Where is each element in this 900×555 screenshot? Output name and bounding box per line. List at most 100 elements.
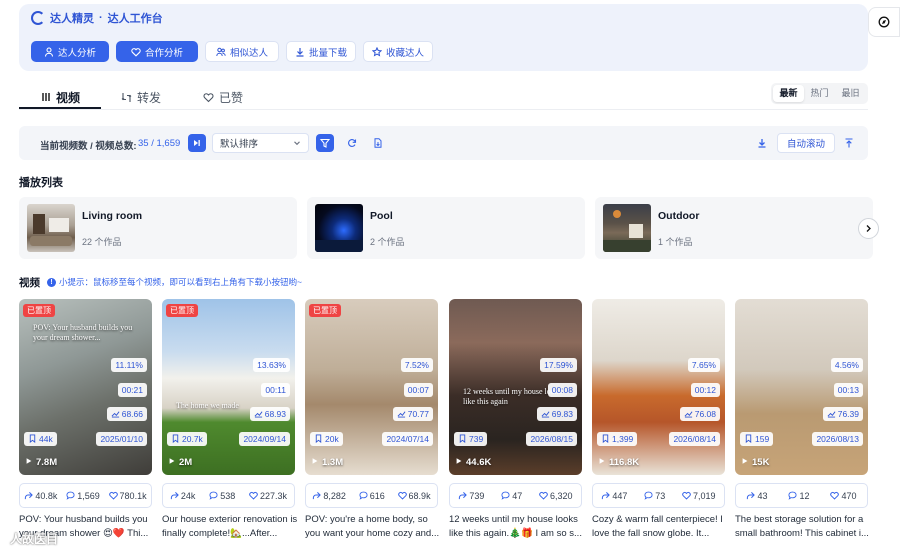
- publish-date-badge: 2024/07/14: [382, 432, 433, 446]
- comment-icon: [501, 491, 510, 500]
- video-title[interactable]: POV: you're a home body, so you want you…: [305, 513, 441, 541]
- share-icon: [458, 491, 468, 500]
- saves-badge: 1,399: [597, 432, 638, 446]
- share-icon: [312, 491, 322, 500]
- batch-download-button[interactable]: 批量下载: [286, 41, 356, 62]
- creator-analysis-button[interactable]: 达人分析: [31, 41, 109, 62]
- video-card[interactable]: 已置顶 7.52% 00:07 70.77 20k 2024/07/14 1.3M: [305, 299, 438, 475]
- video-stats-bar: 8,282 616 68.9k: [305, 483, 438, 508]
- similar-creators-button[interactable]: 相似达人: [205, 41, 279, 62]
- video-card[interactable]: 7.65% 00:12 76.08 1,399 2026/08/14 116.8K: [592, 299, 725, 475]
- comment-icon: [209, 491, 218, 500]
- video-card[interactable]: The home we made 已置顶 13.63% 00:11 68.93 20.7k…: [162, 299, 295, 475]
- duration-badge: 00:12: [690, 383, 720, 397]
- playlist-thumbnail: [603, 204, 651, 252]
- share-icon: [601, 491, 611, 500]
- tab-videos[interactable]: 视频: [41, 86, 80, 108]
- refresh-button[interactable]: [343, 134, 361, 152]
- play-count: 15K: [741, 457, 769, 468]
- user-icon: [44, 46, 54, 57]
- playlist-card[interactable]: Living room 22 个作品: [19, 197, 297, 259]
- play-icon: [741, 457, 749, 468]
- video-card[interactable]: 12 weeks until my house looks like this …: [449, 299, 582, 475]
- sort-order-toggle: 最新 热门 最旧: [771, 83, 868, 104]
- bookmark-icon: [744, 433, 753, 445]
- tab-reposts[interactable]: 转发: [121, 86, 161, 108]
- sort-select[interactable]: 默认排序: [212, 133, 309, 153]
- refresh-icon: [348, 139, 357, 147]
- comment-icon: [644, 491, 653, 500]
- saves-badge: 44k: [24, 432, 57, 446]
- duration-badge: 00:07: [403, 383, 433, 397]
- share-icon: [746, 491, 756, 500]
- like-count: 780.1k: [108, 491, 147, 501]
- publish-date-badge: 2024/09/14: [239, 432, 290, 446]
- info-icon: !: [47, 277, 56, 287]
- play-count: 116.8K: [598, 457, 639, 468]
- heart-icon: [682, 491, 691, 500]
- video-title[interactable]: Our house exterior renovation is finally…: [162, 513, 298, 541]
- score-badge: 68.66: [106, 407, 147, 421]
- export-button[interactable]: [369, 134, 387, 152]
- repost-icon: [121, 92, 132, 102]
- video-title[interactable]: Cozy & warm fall centerpiece! I love the…: [592, 513, 728, 541]
- brand: 达人精灵 · 达人工作台: [31, 10, 163, 26]
- brand-name: 达人精灵: [50, 13, 94, 25]
- brand-logo-icon: [31, 11, 45, 25]
- trend-icon: [684, 409, 693, 420]
- scroll-to-top-button[interactable]: [840, 134, 858, 152]
- play-icon: [25, 457, 33, 468]
- load-all-button[interactable]: [188, 134, 206, 152]
- playlist-count: 2 个作品: [370, 237, 405, 247]
- playlist-card[interactable]: Outdoor 1 个作品: [595, 197, 873, 259]
- sort-oldest-option[interactable]: 最旧: [835, 85, 866, 102]
- playlist-next-button[interactable]: [858, 218, 879, 239]
- video-card[interactable]: POV: Your husband builds you your dream …: [19, 299, 152, 475]
- playlist-card[interactable]: Pool 2 个作品: [307, 197, 585, 259]
- trend-icon: [541, 409, 550, 420]
- video-card[interactable]: 4.56% 00:13 76.39 159 2026/08/13 15K: [735, 299, 868, 475]
- duration-badge: 00:11: [261, 383, 290, 397]
- bookmark-icon: [458, 433, 467, 445]
- engagement-rate-badge: 7.52%: [400, 358, 433, 372]
- heart-icon: [249, 491, 258, 500]
- sort-newest-option[interactable]: 最新: [773, 85, 804, 102]
- share-count: 447: [601, 491, 627, 501]
- like-count: 470: [830, 491, 856, 501]
- bookmark-icon: [28, 433, 37, 445]
- side-panel-toggle-button[interactable]: [868, 7, 900, 37]
- chevron-down-icon: [294, 141, 300, 146]
- tab-liked[interactable]: 已赞: [203, 86, 243, 108]
- sort-popular-option[interactable]: 热门: [804, 85, 835, 102]
- score-badge: 76.39: [822, 407, 863, 421]
- like-count: 6,320: [539, 491, 573, 501]
- video-count-label: 当前视频数 / 视频总数:: [40, 141, 137, 152]
- workspace-title: 达人工作台: [107, 13, 163, 25]
- collab-analysis-button[interactable]: 合作分析: [116, 41, 198, 62]
- favorite-creator-button[interactable]: 收藏达人: [363, 41, 433, 62]
- video-stats-bar: 739 47 6,320: [449, 483, 582, 508]
- auto-scroll-button[interactable]: 自动滚动: [777, 133, 835, 153]
- play-icon: [598, 457, 606, 468]
- bookmark-icon: [314, 433, 323, 445]
- engagement-rate-badge: 13.63%: [253, 358, 290, 372]
- video-title[interactable]: The best storage solution for a small ba…: [735, 513, 871, 541]
- score-badge: 69.83: [536, 407, 577, 421]
- publish-date-badge: 2026/08/13: [812, 432, 863, 446]
- like-icon: [203, 92, 214, 102]
- publish-date-badge: 2026/08/14: [669, 432, 720, 446]
- video-title[interactable]: 12 weeks until my house looks like this …: [449, 513, 585, 541]
- playlist-count: 1 个作品: [658, 237, 693, 247]
- play-count: 44.6K: [455, 457, 491, 468]
- like-count: 7,019: [682, 491, 716, 501]
- compass-icon: [878, 16, 890, 28]
- filter-button[interactable]: [316, 134, 334, 152]
- bookmark-icon: [171, 433, 180, 445]
- publish-date-badge: 2026/08/15: [526, 432, 577, 446]
- share-icon: [24, 491, 34, 500]
- video-stats-bar: 40.8k 1,569 780.1k: [19, 483, 152, 508]
- saves-badge: 159: [740, 432, 774, 446]
- play-count: 1.3M: [311, 457, 343, 468]
- share-count: 43: [746, 491, 768, 501]
- download-all-button[interactable]: [753, 134, 771, 152]
